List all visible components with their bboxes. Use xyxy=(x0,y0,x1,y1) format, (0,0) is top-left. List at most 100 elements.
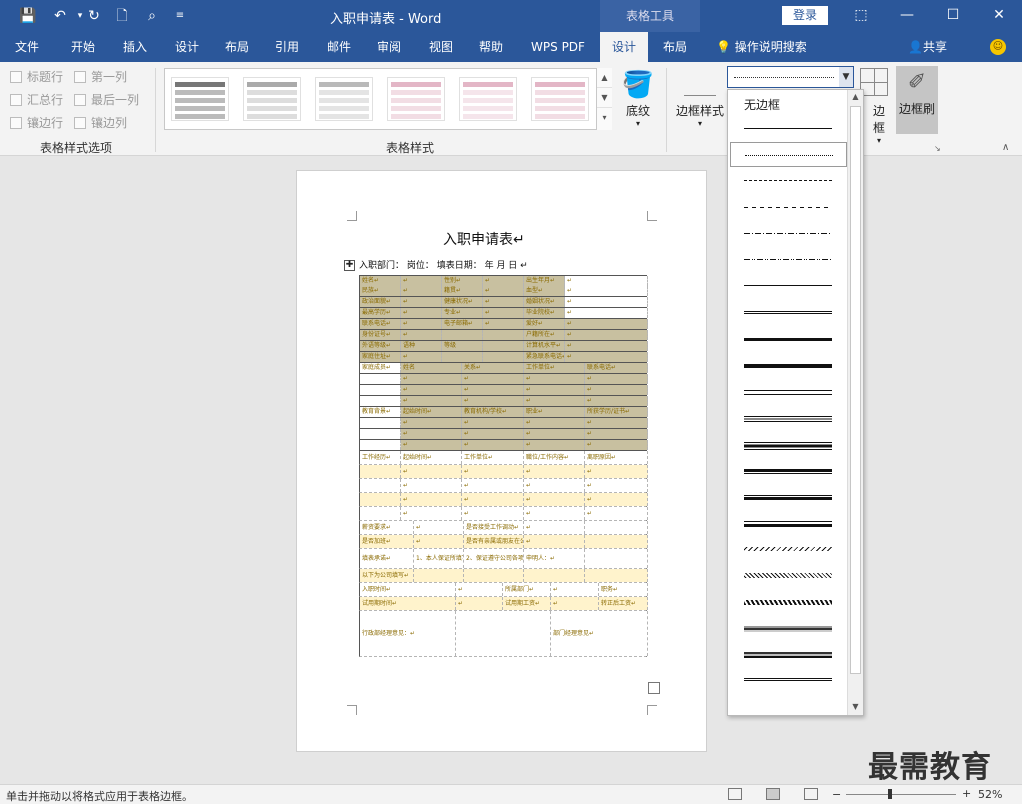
close-icon[interactable]: ✕ xyxy=(976,0,1022,32)
table-cell[interactable]: ↵ xyxy=(483,297,524,307)
table-cell[interactable] xyxy=(483,352,524,362)
tab-view[interactable]: 视图 xyxy=(418,32,464,62)
table-row[interactable]: ↵ ↵ ↵ ↵ xyxy=(359,493,648,507)
table-cell[interactable]: 户籍所在↵ xyxy=(524,330,565,340)
checkbox[interactable] xyxy=(10,94,22,106)
table-cell[interactable] xyxy=(360,493,401,506)
option-banded-rows[interactable]: 镶边行 xyxy=(10,114,63,132)
table-cell[interactable]: 联系电话↵ xyxy=(360,319,401,329)
table-cell[interactable]: 计算机水平↵ xyxy=(524,341,565,351)
table-cell[interactable]: ↵ xyxy=(401,396,462,406)
table-cell[interactable]: ↵ xyxy=(565,286,648,296)
table-cell[interactable]: ↵ xyxy=(462,507,524,520)
zoom-level[interactable]: 52% xyxy=(978,788,1002,801)
table-row[interactable]: 家庭成员↵ 姓名 关系↵ 工作单位↵ 联系电话↵ xyxy=(359,363,648,374)
table-cell[interactable]: ↵ xyxy=(401,330,442,340)
table-cell[interactable] xyxy=(585,535,648,548)
new-document-icon[interactable]: 🗋 xyxy=(112,6,132,26)
table-cell[interactable]: 姓名↵ xyxy=(360,276,401,286)
table-cell[interactable]: 家庭成员↵ xyxy=(360,363,401,373)
tab-table-layout[interactable]: 布局 xyxy=(652,32,698,62)
table-cell[interactable]: ↵ xyxy=(565,276,648,286)
table-cell[interactable]: 工作单位↵ xyxy=(524,363,585,373)
line-style-option[interactable] xyxy=(730,614,847,639)
table-cell[interactable]: ↵ xyxy=(483,276,524,286)
table-cell[interactable]: ↵ xyxy=(462,493,524,506)
table-cell[interactable]: ↵ xyxy=(462,396,524,406)
table-cell[interactable]: 籍贯↵ xyxy=(442,286,483,296)
line-style-option[interactable] xyxy=(730,457,847,482)
feedback-smiley-icon[interactable]: ☺ xyxy=(990,39,1006,55)
table-cell[interactable]: 政治面貌↵ xyxy=(360,297,401,307)
table-cell[interactable] xyxy=(464,569,524,582)
table-cell[interactable] xyxy=(360,374,401,384)
table-cell[interactable]: 職位/工作内容↵ xyxy=(524,451,585,464)
table-cell[interactable]: ↵ xyxy=(462,465,524,478)
option-total-row[interactable]: 汇总行 xyxy=(10,91,63,109)
table-cell[interactable]: ↵ xyxy=(585,418,648,428)
ribbon-display-options-icon[interactable]: ⬚ xyxy=(838,0,884,32)
option-first-column[interactable]: 第一列 xyxy=(74,68,127,86)
table-row[interactable]: 试用期时间↵ ↵ 试用期工资↵ ↵ 转正后工资↵ xyxy=(359,597,648,611)
table-cell[interactable]: ↵ xyxy=(524,535,585,548)
table-cell[interactable]: 离职原因↵ xyxy=(585,451,648,464)
table-cell[interactable]: ↵ xyxy=(585,507,648,520)
table-cell[interactable]: 部门经理意见↵ xyxy=(551,611,648,656)
table-cell[interactable]: ↵ xyxy=(565,308,648,318)
line-style-option[interactable] xyxy=(730,535,847,560)
no-border-option[interactable]: 无边框 xyxy=(744,96,780,113)
tab-insert[interactable]: 插入 xyxy=(112,32,158,62)
table-cell[interactable]: 电子邮箱↵ xyxy=(442,319,483,329)
table-cell[interactable]: 姓名 xyxy=(401,363,462,373)
table-cell[interactable]: ↵ xyxy=(524,429,585,439)
chevron-down-icon[interactable]: ▼ xyxy=(839,67,853,87)
line-style-option[interactable] xyxy=(730,378,847,403)
table-cell[interactable]: 专业↵ xyxy=(442,308,483,318)
checkbox[interactable] xyxy=(74,117,86,129)
line-style-option[interactable] xyxy=(730,116,847,141)
table-cell[interactable]: ↵ xyxy=(401,374,462,384)
document-page[interactable]: 入职申请表↵ ✚ 入职部门： 岗位： 填表日期： 年 月 日 ↵ 姓名↵ ↵ 性别↵… xyxy=(296,170,707,752)
table-row[interactable]: ↵ ↵ ↵ ↵ xyxy=(359,479,648,493)
table-cell[interactable] xyxy=(442,352,483,362)
table-cell[interactable]: ↵ xyxy=(401,465,462,478)
table-row[interactable]: ↵ ↵ ↵ ↵ xyxy=(359,440,648,451)
collapse-ribbon-icon[interactable]: ∧ xyxy=(1002,142,1009,153)
option-header-row[interactable]: 标题行 xyxy=(10,68,63,86)
table-cell[interactable] xyxy=(483,341,524,351)
table-cell[interactable]: ↵ xyxy=(401,479,462,492)
line-style-option[interactable] xyxy=(730,588,847,613)
table-cell[interactable] xyxy=(360,479,401,492)
tell-me-search[interactable]: 💡 操作说明搜索 xyxy=(716,32,807,62)
table-row[interactable]: 联系电话↵ ↵ 电子邮箱↵ ↵ 爱好↵ ↵ xyxy=(359,319,648,330)
line-style-combo[interactable]: ▼ xyxy=(727,66,854,88)
table-cell[interactable]: ↵ xyxy=(401,493,462,506)
line-style-option[interactable] xyxy=(730,430,847,455)
option-last-column[interactable]: 最后一列 xyxy=(74,91,139,109)
table-cell[interactable] xyxy=(360,396,401,406)
table-cell[interactable]: ↵ xyxy=(456,583,503,596)
table-style-thumb[interactable] xyxy=(459,77,517,121)
table-cell[interactable]: ↵ xyxy=(414,535,464,548)
table-cell[interactable]: ↵ xyxy=(401,440,462,450)
table-style-thumb[interactable] xyxy=(243,77,301,121)
table-cell[interactable]: ↵ xyxy=(401,507,462,520)
table-cell[interactable]: 是否接受工作调动↵ xyxy=(464,521,524,534)
table-cell[interactable]: ↵ xyxy=(483,308,524,318)
table-cell[interactable]: 行政部经理意见：↵ xyxy=(360,611,456,656)
table-cell[interactable]: ↵ xyxy=(483,286,524,296)
table-cell[interactable]: 教育背景↵ xyxy=(360,407,401,417)
table-cell[interactable]: 出生年月↵ xyxy=(524,276,565,286)
table-cell[interactable]: 试用期时间↵ xyxy=(360,597,456,610)
table-style-thumb[interactable] xyxy=(531,77,589,121)
table-cell[interactable] xyxy=(585,521,648,534)
table-cell[interactable] xyxy=(456,611,551,656)
table-cell[interactable]: ↵ xyxy=(401,297,442,307)
minimize-icon[interactable]: — xyxy=(884,0,930,32)
table-cell[interactable]: ↵ xyxy=(585,396,648,406)
table-cell[interactable]: ↵ xyxy=(565,341,648,351)
table-row[interactable]: 薪资要求↵ ↵ 是否接受工作调动↵ ↵ xyxy=(359,521,648,535)
table-cell[interactable]: 所获学历/证书↵ xyxy=(585,407,648,417)
table-cell[interactable]: ↵ xyxy=(401,385,462,395)
table-cell[interactable]: 1、本人保证所填写的材料属实↵ xyxy=(414,549,464,568)
